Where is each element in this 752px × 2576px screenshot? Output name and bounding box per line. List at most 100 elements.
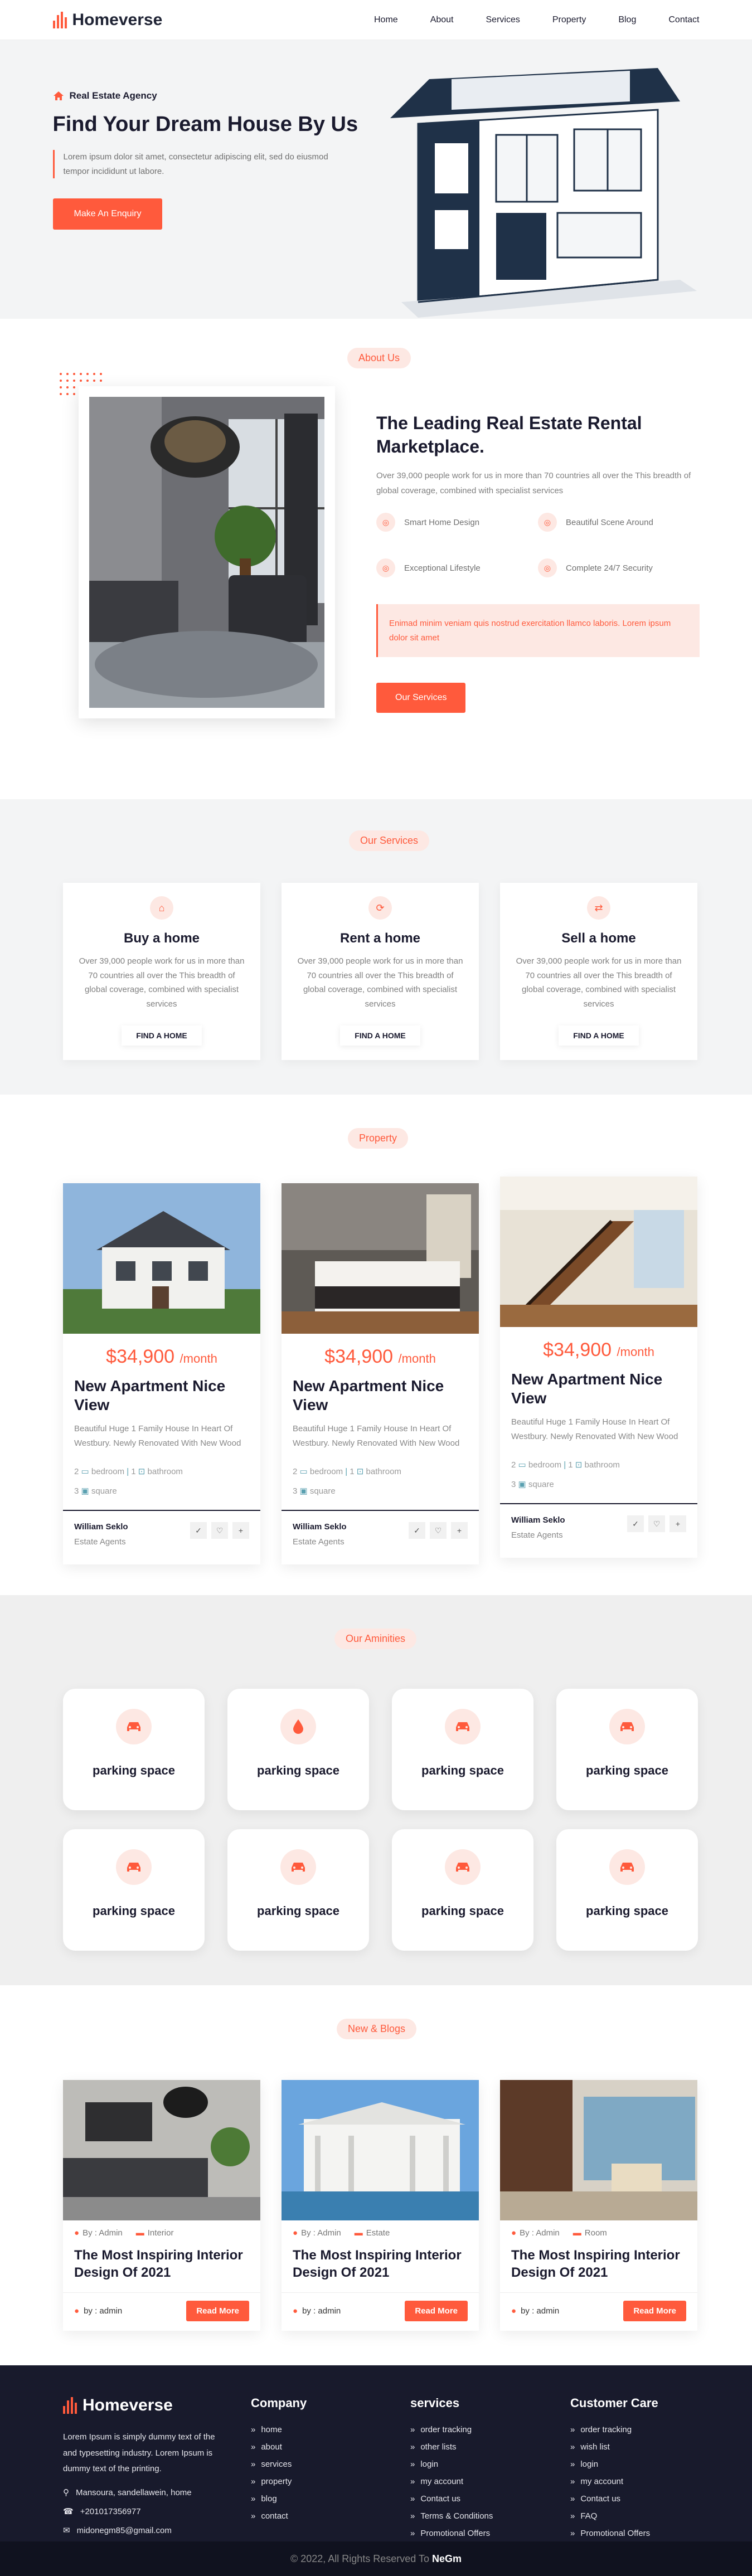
read-more-button[interactable]: Read More xyxy=(405,2301,468,2322)
heart-icon[interactable]: ♡ xyxy=(430,1522,447,1539)
amenity-card[interactable]: parking space xyxy=(392,1829,533,1951)
footer-company-title: Company xyxy=(251,2396,307,2410)
footer-link-label: my account xyxy=(420,2477,464,2486)
chevron-right-icon: » xyxy=(410,2477,415,2486)
footer-link[interactable]: » Contact us xyxy=(570,2494,658,2504)
nav-services[interactable]: Services xyxy=(486,15,520,25)
blog-card[interactable]: ● By : Admin ▬ Estate The Most Inspiring In… xyxy=(282,2080,479,2331)
footer-link[interactable]: » FAQ xyxy=(570,2511,658,2521)
property-price: $34,900 /month xyxy=(324,1346,436,1367)
nav-property[interactable]: Property xyxy=(552,15,586,25)
footer-link[interactable]: » order tracking xyxy=(410,2425,493,2434)
blog-category[interactable]: Estate xyxy=(366,2228,390,2238)
property-card[interactable]: $34,900 /month New Apartment Nice View B… xyxy=(500,1177,697,1558)
area-label: square xyxy=(309,1486,336,1496)
footer-link-label: Contact us xyxy=(420,2494,461,2504)
property-title[interactable]: New Apartment Nice View xyxy=(74,1377,249,1414)
blog-title[interactable]: The Most Inspiring Interior Design Of 20… xyxy=(293,2247,468,2281)
footer-email[interactable]: ✉ midonegm85@gmail.com xyxy=(63,2525,219,2535)
footer-link[interactable]: » wish list xyxy=(570,2442,658,2452)
area-count: 3 xyxy=(74,1486,79,1496)
read-more-button[interactable]: Read More xyxy=(623,2301,686,2322)
footer-logo[interactable]: Homeverse xyxy=(63,2396,219,2415)
property-card[interactable]: $34,900 /month New Apartment Nice View B… xyxy=(63,1183,260,1564)
plus-icon[interactable]: + xyxy=(232,1522,249,1539)
footer-link[interactable]: » order tracking xyxy=(570,2425,658,2434)
amenity-card[interactable]: parking space xyxy=(227,1689,369,1810)
our-services-button[interactable]: Our Services xyxy=(376,683,466,713)
property-title[interactable]: New Apartment Nice View xyxy=(511,1370,686,1407)
check-icon[interactable]: ✓ xyxy=(190,1522,207,1539)
chevron-right-icon: » xyxy=(251,2460,256,2469)
user-icon: ● xyxy=(511,2306,517,2316)
service-text: Over 39,000 people work for us in more t… xyxy=(79,956,245,1009)
footer-link-label: contact xyxy=(261,2511,288,2521)
property-card[interactable]: $34,900 /month New Apartment Nice View B… xyxy=(282,1183,479,1564)
footer-link[interactable]: » login xyxy=(410,2460,493,2469)
feature-label: Exceptional Lifestyle xyxy=(404,563,481,573)
property-title[interactable]: New Apartment Nice View xyxy=(293,1377,468,1414)
find-home-button[interactable]: FIND A HOME xyxy=(559,1025,639,1046)
amenity-label: parking space xyxy=(257,1763,339,1777)
heart-icon[interactable]: ♡ xyxy=(648,1515,665,1533)
amenity-card[interactable]: parking space xyxy=(63,1689,205,1810)
nav-about[interactable]: About xyxy=(430,15,454,25)
agent-name[interactable]: William Seklo xyxy=(74,1522,128,1532)
chevron-right-icon: » xyxy=(570,2494,575,2504)
footer-link-label: services xyxy=(261,2460,292,2469)
blog-category[interactable]: Room xyxy=(585,2228,607,2238)
read-more-button[interactable]: Read More xyxy=(186,2301,249,2322)
footer-link[interactable]: » login xyxy=(570,2460,658,2469)
agent-name[interactable]: William Seklo xyxy=(293,1522,347,1532)
footer-link[interactable]: » contact xyxy=(251,2511,307,2521)
footer-link[interactable]: » Terms & Conditions xyxy=(410,2511,493,2521)
blog-card[interactable]: ● By : Admin ▬ Room The Most Inspiring Inte… xyxy=(500,2080,697,2331)
blog-card[interactable]: ● By : Admin ▬ Interior The Most Inspiring … xyxy=(63,2080,260,2331)
brand-logo[interactable]: Homeverse xyxy=(52,11,162,30)
nav-home[interactable]: Home xyxy=(374,15,398,25)
footer-link[interactable]: » my account xyxy=(570,2477,658,2486)
feature-label: Smart Home Design xyxy=(404,517,480,527)
heart-icon[interactable]: ♡ xyxy=(211,1522,228,1539)
footer-link[interactable]: » Promotional Offers xyxy=(410,2529,493,2538)
property-desc: Beautiful Huge 1 Family House In Heart O… xyxy=(511,1417,678,1441)
footer-link[interactable]: » home xyxy=(251,2425,307,2434)
plus-icon[interactable]: + xyxy=(669,1515,686,1533)
plus-icon[interactable]: + xyxy=(451,1522,468,1539)
copyright-name[interactable]: NeGm xyxy=(432,2553,462,2564)
find-home-button[interactable]: FIND A HOME xyxy=(122,1025,202,1046)
amenity-card[interactable]: parking space xyxy=(227,1829,369,1951)
footer-link[interactable]: » my account xyxy=(410,2477,493,2486)
footer-link[interactable]: » other lists xyxy=(410,2442,493,2452)
blog-title[interactable]: The Most Inspiring Interior Design Of 20… xyxy=(511,2247,686,2281)
blog-title[interactable]: The Most Inspiring Interior Design Of 20… xyxy=(74,2247,249,2281)
footer-link[interactable]: » blog xyxy=(251,2494,307,2504)
find-home-button[interactable]: FIND A HOME xyxy=(340,1025,420,1046)
footer-link[interactable]: » Promotional Offers xyxy=(570,2529,658,2538)
footer-link[interactable]: » Contact us xyxy=(410,2494,493,2504)
phone-icon: ☎ xyxy=(63,2506,74,2516)
nav-blog[interactable]: Blog xyxy=(618,15,636,25)
amenity-card[interactable]: parking space xyxy=(63,1829,205,1951)
nav-contact[interactable]: Contact xyxy=(668,15,699,25)
amenity-card[interactable]: parking space xyxy=(556,1689,698,1810)
service-card: ⇄ Sell a home Over 39,000 people work fo… xyxy=(500,883,697,1060)
agent-name[interactable]: William Seklo xyxy=(511,1515,565,1525)
amenity-card[interactable]: parking space xyxy=(556,1829,698,1951)
enquiry-button[interactable]: Make An Enquiry xyxy=(52,198,163,230)
footer-link-label: order tracking xyxy=(420,2425,472,2434)
footer-link[interactable]: » about xyxy=(251,2442,307,2452)
price-value: 34,900 xyxy=(335,1346,394,1367)
amenities-grid: parking space parking space parking spac… xyxy=(63,1689,698,1951)
amenity-card[interactable]: parking space xyxy=(392,1689,533,1810)
footer-phone[interactable]: ☎ +201017356977 xyxy=(63,2506,219,2516)
blog-list: ● By : Admin ▬ Interior The Most Inspiring … xyxy=(63,2080,697,2331)
car-icon xyxy=(445,1849,481,1885)
check-icon[interactable]: ✓ xyxy=(409,1522,425,1539)
check-icon[interactable]: ✓ xyxy=(627,1515,644,1533)
blog-category[interactable]: Interior xyxy=(148,2228,174,2238)
blog-photo xyxy=(500,2080,697,2220)
price-value: 34,900 xyxy=(554,1339,612,1360)
footer-link[interactable]: » property xyxy=(251,2477,307,2486)
footer-link[interactable]: » services xyxy=(251,2460,307,2469)
